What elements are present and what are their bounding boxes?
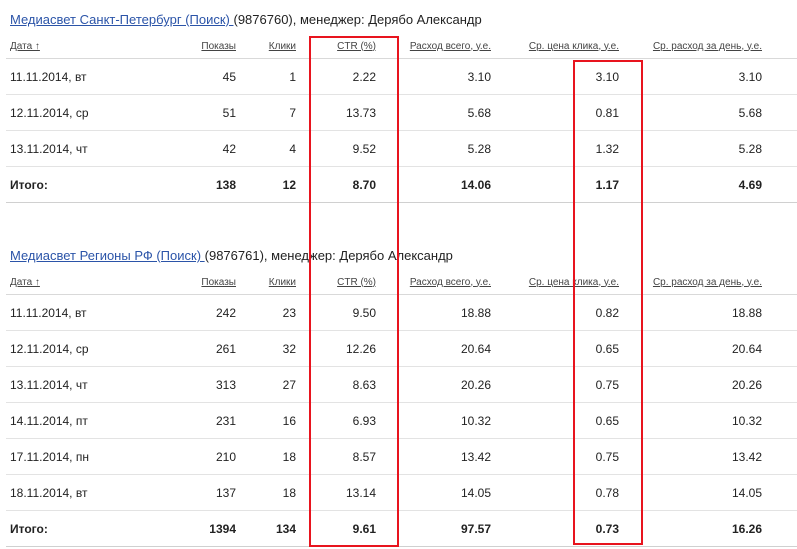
- cell-clicks: 1: [236, 58, 296, 95]
- cell-date: 13.11.2014, чт: [6, 366, 130, 403]
- cell-clicks: 23: [236, 294, 296, 331]
- total-clicks: 12: [236, 166, 296, 203]
- total-row: Итого: 138 12 8.70 14.06 1.17 4.69: [6, 166, 797, 203]
- cell-shows: 45: [130, 58, 236, 95]
- cell-date: 14.11.2014, пт: [6, 402, 130, 439]
- total-shows: 138: [130, 166, 236, 203]
- column-header-date[interactable]: Дата ↑: [6, 270, 130, 295]
- cell-shows: 137: [130, 474, 236, 511]
- cell-clicks: 27: [236, 366, 296, 403]
- cell-clicks: 7: [236, 94, 296, 131]
- cell-clicks: 32: [236, 330, 296, 367]
- table-row: 13.11.2014, чт 42 4 9.52 5.28 1.32 5.28: [6, 130, 797, 167]
- table-row: 11.11.2014, вт 242 23 9.50 18.88 0.82 18…: [6, 294, 797, 331]
- column-header-shows[interactable]: Показы: [130, 34, 236, 59]
- total-label: Итого:: [6, 510, 130, 547]
- campaign-title-1: Медиасвет Санкт-Петербург (Поиск) (98767…: [10, 12, 482, 27]
- cell-date: 11.11.2014, вт: [6, 58, 130, 95]
- cell-clicks: 18: [236, 438, 296, 475]
- campaign-info-1: (9876760), менеджер: Дерябо Александр: [233, 12, 482, 27]
- table-header-row: Дата ↑ Показы Клики CTR (%) Расход всего…: [6, 34, 797, 59]
- table-row: 12.11.2014, ср 261 32 12.26 20.64 0.65 2…: [6, 330, 797, 367]
- stats-table-1: Дата ↑ Показы Клики CTR (%) Расход всего…: [6, 34, 797, 203]
- cell-shows: 51: [130, 94, 236, 131]
- cell-date: 17.11.2014, пн: [6, 438, 130, 475]
- column-header-clicks[interactable]: Клики: [236, 270, 296, 295]
- total-shows: 1394: [130, 510, 236, 547]
- table-row: 14.11.2014, пт 231 16 6.93 10.32 0.65 10…: [6, 402, 797, 439]
- cell-date: 12.11.2014, ср: [6, 94, 130, 131]
- total-row: Итого: 1394 134 9.61 97.57 0.73 16.26: [6, 510, 797, 547]
- campaign-link-1[interactable]: Медиасвет Санкт-Петербург (Поиск): [10, 12, 233, 27]
- cell-shows: 210: [130, 438, 236, 475]
- column-header-date[interactable]: Дата ↑: [6, 34, 130, 59]
- campaign-link-2[interactable]: Медиасвет Регионы РФ (Поиск): [10, 248, 205, 263]
- cell-clicks: 18: [236, 474, 296, 511]
- column-header-avg-cpc[interactable]: Ср. цена клика, у.е.: [491, 34, 619, 59]
- table-row: 12.11.2014, ср 51 7 13.73 5.68 0.81 5.68: [6, 94, 797, 131]
- cell-shows: 231: [130, 402, 236, 439]
- cell-shows: 42: [130, 130, 236, 167]
- table-row: 11.11.2014, вт 45 1 2.22 3.10 3.10 3.10: [6, 58, 797, 95]
- total-label: Итого:: [6, 166, 130, 203]
- cell-clicks: 4: [236, 130, 296, 167]
- table-row: 18.11.2014, вт 137 18 13.14 14.05 0.78 1…: [6, 474, 797, 511]
- cell-shows: 313: [130, 366, 236, 403]
- table-row: 17.11.2014, пн 210 18 8.57 13.42 0.75 13…: [6, 438, 797, 475]
- table-header-row: Дата ↑ Показы Клики CTR (%) Расход всего…: [6, 270, 797, 295]
- table-row: 13.11.2014, чт 313 27 8.63 20.26 0.75 20…: [6, 366, 797, 403]
- cell-date: 18.11.2014, вт: [6, 474, 130, 511]
- column-header-shows[interactable]: Показы: [130, 270, 236, 295]
- highlight-avg-cpc-column: [573, 60, 643, 545]
- cell-shows: 242: [130, 294, 236, 331]
- highlight-ctr-column: [309, 36, 399, 547]
- cell-shows: 261: [130, 330, 236, 367]
- cell-date: 11.11.2014, вт: [6, 294, 130, 331]
- cell-clicks: 16: [236, 402, 296, 439]
- column-header-clicks[interactable]: Клики: [236, 34, 296, 59]
- stats-table-2: Дата ↑ Показы Клики CTR (%) Расход всего…: [6, 270, 797, 547]
- cell-date: 12.11.2014, ср: [6, 330, 130, 367]
- cell-date: 13.11.2014, чт: [6, 130, 130, 167]
- column-header-avg-daily-spend[interactable]: Ср. расход за день, у.е.: [619, 34, 762, 59]
- total-clicks: 134: [236, 510, 296, 547]
